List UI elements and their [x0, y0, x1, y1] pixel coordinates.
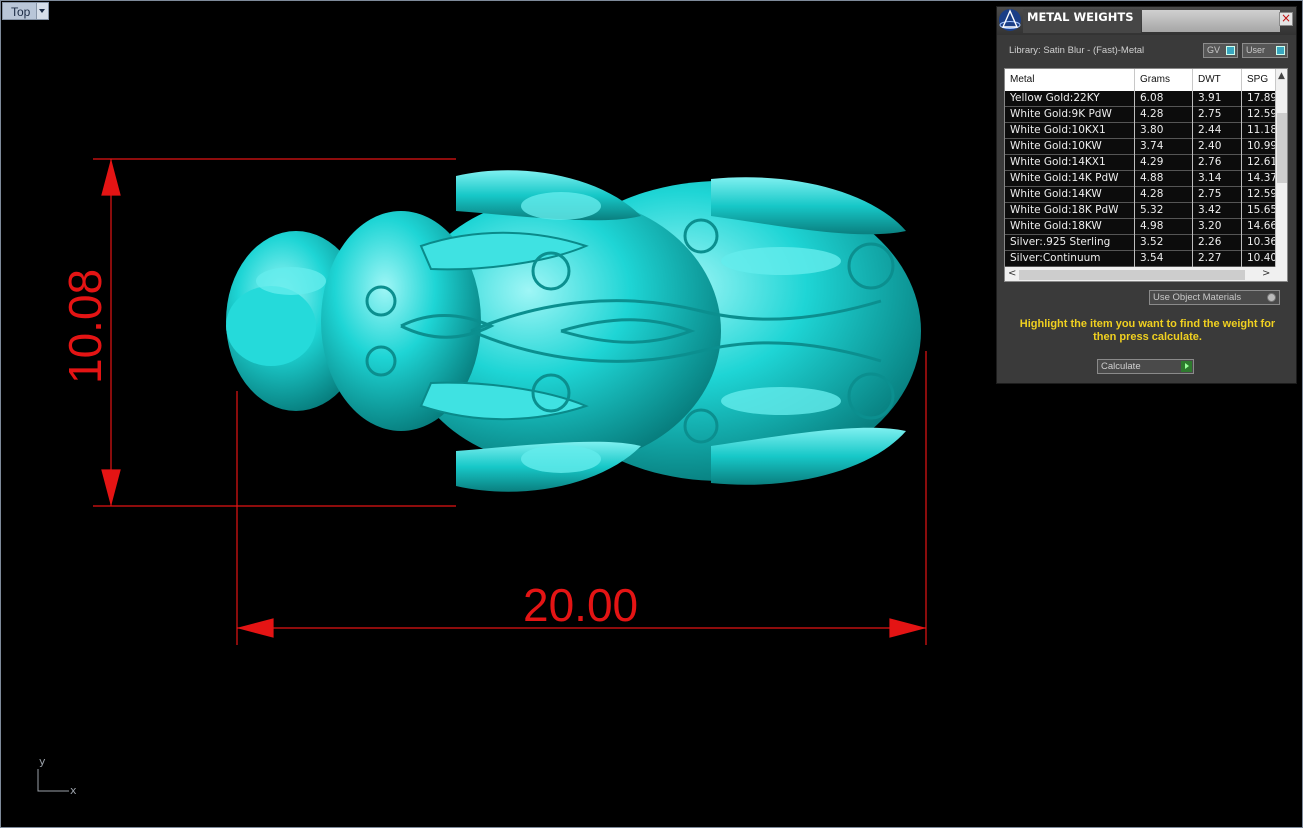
table-row[interactable]: White Gold:14KX1 4.29 2.76 12.61	[1005, 155, 1276, 171]
cell-dwt: 3.20	[1193, 219, 1242, 235]
horizontal-scrollbar[interactable]: < >	[1005, 267, 1287, 281]
table-row[interactable]: White Gold:18K PdW 5.32 3.42 15.65	[1005, 203, 1276, 219]
cell-spg: 12.61	[1242, 155, 1276, 171]
scroll-left-icon[interactable]: <	[1008, 268, 1016, 279]
cell-metal: White Gold:14KW	[1005, 187, 1135, 203]
dimension-vertical-value: 10.08	[59, 269, 111, 384]
use-object-materials-option[interactable]: Use Object Materials	[1149, 290, 1280, 305]
library-label: Library: Satin Blur - (Fast)-Metal	[1009, 45, 1145, 56]
cell-spg: 10.99	[1242, 139, 1276, 155]
cell-grams: 3.74	[1135, 139, 1193, 155]
panel-title: METAL WEIGHTS	[1023, 9, 1141, 33]
cell-grams: 3.52	[1135, 235, 1193, 251]
user-toggle[interactable]: User	[1242, 43, 1288, 58]
table-row[interactable]: Silver:Continuum 3.54 2.27 10.40	[1005, 251, 1276, 267]
pixiu-model[interactable]	[226, 170, 921, 492]
table-row[interactable]: Yellow Gold:22KY 6.08 3.91 17.89	[1005, 91, 1276, 107]
metal-weights-panel: METAL WEIGHTS × Library: Satin Blur - (F…	[996, 6, 1297, 384]
app-logo-icon	[999, 9, 1021, 31]
cell-spg: 10.36	[1242, 235, 1276, 251]
cell-spg: 15.65	[1242, 203, 1276, 219]
dimension-horizontal-value: 20.00	[523, 579, 638, 631]
cell-metal: White Gold:10KW	[1005, 139, 1135, 155]
table-row[interactable]: White Gold:14K PdW 4.88 3.14 14.37	[1005, 171, 1276, 187]
col-header-metal[interactable]: Metal	[1005, 69, 1135, 91]
cell-grams: 4.28	[1135, 187, 1193, 203]
use-object-materials-label: Use Object Materials	[1153, 292, 1242, 303]
toggle-switch-icon	[1226, 46, 1235, 55]
col-header-dwt[interactable]: DWT	[1193, 69, 1242, 91]
cell-spg: 12.59	[1242, 187, 1276, 203]
cell-grams: 6.08	[1135, 91, 1193, 107]
cell-metal: White Gold:18K PdW	[1005, 203, 1135, 219]
cell-dwt: 2.27	[1193, 251, 1242, 267]
panel-titlebar[interactable]: METAL WEIGHTS ×	[997, 7, 1296, 35]
cell-dwt: 2.26	[1193, 235, 1242, 251]
scroll-thumb[interactable]	[1019, 270, 1245, 280]
scroll-right-icon[interactable]: >	[1262, 268, 1270, 279]
cell-metal: Silver:.925 Sterling	[1005, 235, 1135, 251]
table-body: Yellow Gold:22KY 6.08 3.91 17.89 White G…	[1005, 91, 1276, 267]
cell-dwt: 2.40	[1193, 139, 1242, 155]
axis-indicator	[37, 769, 69, 792]
cell-spg: 10.40	[1242, 251, 1276, 267]
scroll-up-icon[interactable]: ▲	[1278, 71, 1285, 81]
cell-dwt: 2.75	[1193, 187, 1242, 203]
table-row[interactable]: White Gold:10KW 3.74 2.40 10.99	[1005, 139, 1276, 155]
cell-metal: White Gold:14K PdW	[1005, 171, 1135, 187]
col-header-spg[interactable]: SPG	[1242, 69, 1276, 91]
panel-title-bar	[1142, 10, 1280, 32]
play-icon	[1181, 361, 1192, 372]
cell-dwt: 2.76	[1193, 155, 1242, 171]
table-row[interactable]: White Gold:10KX1 3.80 2.44 11.18	[1005, 123, 1276, 139]
cell-grams: 4.29	[1135, 155, 1193, 171]
table-row[interactable]: Silver:.925 Sterling 3.52 2.26 10.36	[1005, 235, 1276, 251]
close-button[interactable]: ×	[1279, 12, 1293, 26]
cell-metal: Yellow Gold:22KY	[1005, 91, 1135, 107]
table-row[interactable]: White Gold:14KW 4.28 2.75 12.59	[1005, 187, 1276, 203]
cell-metal: White Gold:18KW	[1005, 219, 1135, 235]
cell-metal: White Gold:9K PdW	[1005, 107, 1135, 123]
metal-table[interactable]: Metal Grams DWT SPG Yellow Gold:22KY 6.0…	[1004, 68, 1288, 282]
cell-grams: 4.98	[1135, 219, 1193, 235]
gv-toggle-label: GV	[1207, 45, 1221, 55]
table-row[interactable]: White Gold:18KW 4.98 3.20 14.66	[1005, 219, 1276, 235]
cell-grams: 3.54	[1135, 251, 1193, 267]
cell-grams: 3.80	[1135, 123, 1193, 139]
table-row[interactable]: White Gold:9K PdW 4.28 2.75 12.59	[1005, 107, 1276, 123]
radio-icon[interactable]	[1267, 293, 1276, 302]
table-header: Metal Grams DWT SPG	[1005, 69, 1276, 91]
cell-spg: 11.18	[1242, 123, 1276, 139]
cell-grams: 5.32	[1135, 203, 1193, 219]
cell-dwt: 2.44	[1193, 123, 1242, 139]
cell-spg: 14.37	[1242, 171, 1276, 187]
axis-x-label: x	[70, 784, 77, 797]
instruction-text: Highlight the item you want to find the …	[1019, 318, 1276, 343]
calculate-label: Calculate	[1101, 361, 1141, 372]
cell-spg: 14.66	[1242, 219, 1276, 235]
scroll-thumb[interactable]	[1277, 113, 1287, 183]
cell-metal: Silver:Continuum	[1005, 251, 1135, 267]
cell-metal: White Gold:14KX1	[1005, 155, 1135, 171]
cell-dwt: 3.14	[1193, 171, 1242, 187]
cell-metal: White Gold:10KX1	[1005, 123, 1135, 139]
cell-spg: 12.59	[1242, 107, 1276, 123]
cell-spg: 17.89	[1242, 91, 1276, 107]
cell-grams: 4.88	[1135, 171, 1193, 187]
axis-y-label: y	[39, 755, 46, 768]
cell-grams: 4.28	[1135, 107, 1193, 123]
gv-toggle[interactable]: GV	[1203, 43, 1238, 58]
calculate-button[interactable]: Calculate	[1097, 359, 1194, 374]
toggle-switch-icon	[1276, 46, 1285, 55]
vertical-scrollbar[interactable]: ▲	[1276, 69, 1287, 267]
col-header-grams[interactable]: Grams	[1135, 69, 1193, 91]
cell-dwt: 3.42	[1193, 203, 1242, 219]
perspective-viewport[interactable]: Top 10.08 20.00 y x METAL WEIGHTS × Libr…	[0, 0, 1303, 828]
cell-dwt: 2.75	[1193, 107, 1242, 123]
user-toggle-label: User	[1246, 45, 1266, 55]
cell-dwt: 3.91	[1193, 91, 1242, 107]
